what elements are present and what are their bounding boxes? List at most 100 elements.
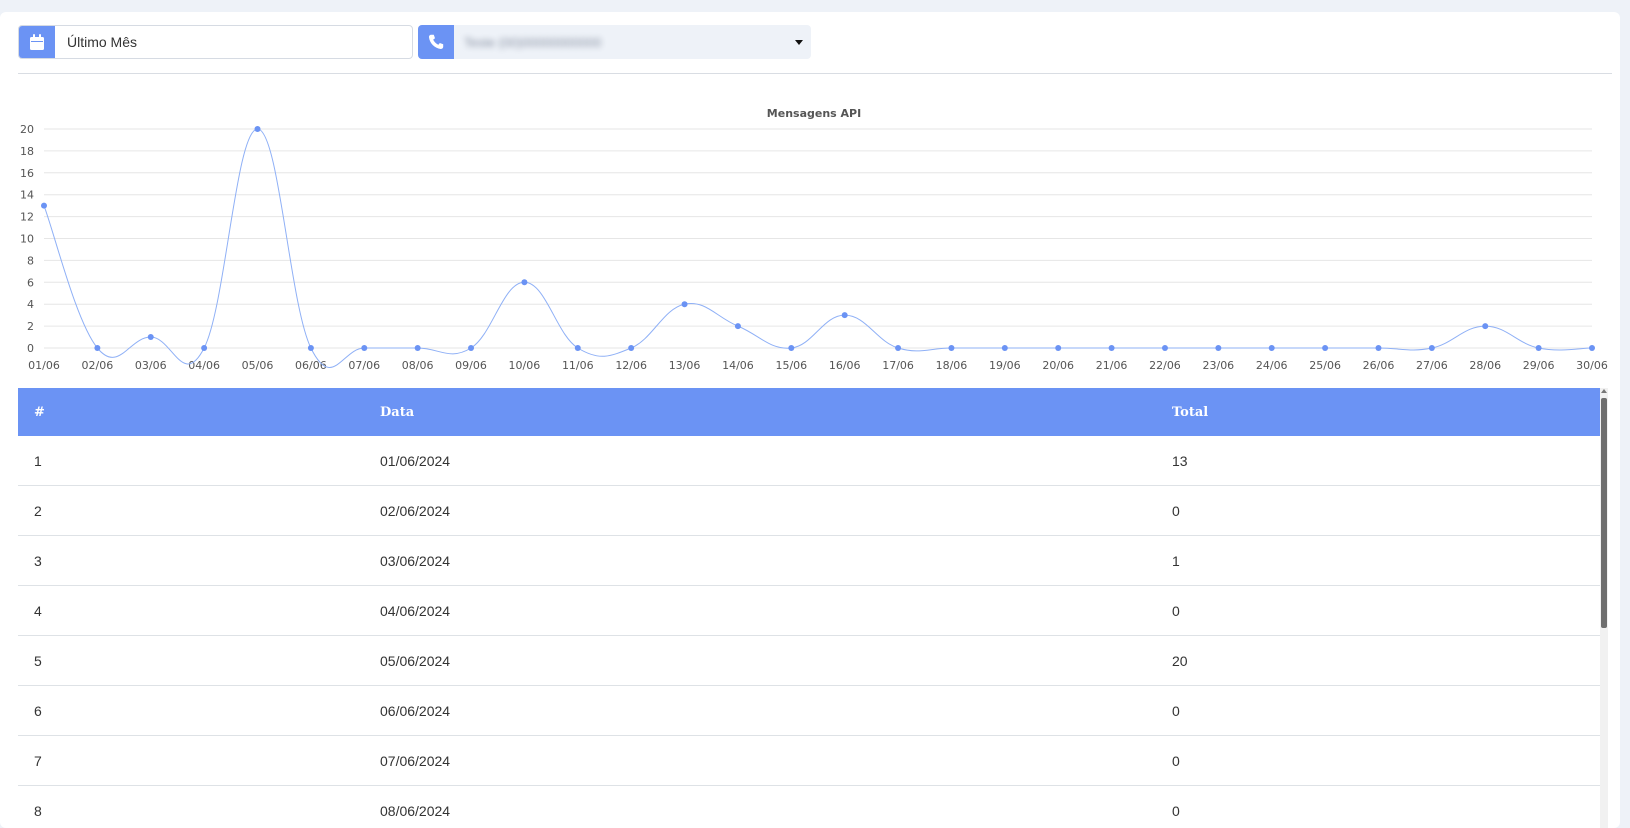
cell-total: 1 [1156, 535, 1600, 586]
cell-total: 13 [1156, 436, 1600, 486]
phone-icon [428, 34, 444, 50]
x-tick-label: 13/06 [669, 359, 701, 372]
x-tick-label: 06/06 [295, 359, 327, 372]
cell-total: 20 [1156, 635, 1600, 686]
data-point [948, 345, 955, 351]
data-table-container: # Data Total 1 01/06/2024 13 2 02/06/2024 0 3 0… [18, 388, 1600, 828]
data-point [361, 345, 368, 351]
cell-index: 5 [18, 635, 364, 686]
y-tick-label: 4 [27, 298, 34, 311]
table-row[interactable]: 6 06/06/2024 0 [18, 685, 1600, 736]
period-label: Último Mês [67, 34, 138, 50]
table-row[interactable]: 7 07/06/2024 0 [18, 735, 1600, 786]
chevron-down-icon [795, 39, 803, 45]
data-point [1161, 345, 1168, 351]
data-point [94, 345, 101, 351]
data-point [841, 312, 848, 319]
y-tick-label: 14 [20, 189, 34, 202]
data-point [521, 279, 528, 286]
table-header-row: # Data Total [18, 388, 1600, 436]
x-tick-label: 04/06 [188, 359, 220, 372]
data-point [1375, 345, 1382, 351]
x-tick-label: 17/06 [882, 359, 914, 372]
data-point [147, 334, 154, 341]
x-tick-label: 11/06 [562, 359, 594, 372]
data-point [788, 345, 795, 351]
cell-date: 07/06/2024 [364, 735, 1156, 786]
cell-total: 0 [1156, 785, 1600, 828]
cell-index: 4 [18, 585, 364, 636]
scroll-up-arrow-icon[interactable] [1601, 389, 1607, 393]
x-tick-label: 18/06 [936, 359, 968, 372]
scroll-thumb[interactable] [1601, 398, 1607, 628]
filters-bar: Último Mês Teste (00)00000000000 [18, 25, 1612, 59]
x-tick-label: 20/06 [1042, 359, 1074, 372]
data-point [895, 345, 902, 351]
x-tick-label: 14/06 [722, 359, 754, 372]
data-point [1428, 345, 1435, 351]
table-row[interactable]: 8 08/06/2024 0 [18, 785, 1600, 828]
x-tick-label: 01/06 [28, 359, 60, 372]
y-tick-label: 6 [27, 276, 34, 289]
table-row[interactable]: 4 04/06/2024 0 [18, 585, 1600, 636]
table-row[interactable]: 2 02/06/2024 0 [18, 485, 1600, 536]
x-tick-label: 10/06 [509, 359, 541, 372]
phone-select[interactable]: Teste (00)00000000000 [418, 25, 811, 59]
y-tick-label: 10 [20, 233, 34, 246]
calendar-icon [30, 34, 44, 50]
x-tick-label: 30/06 [1576, 359, 1608, 372]
chart-title: Mensagens API [767, 107, 861, 120]
data-point [1535, 345, 1542, 351]
data-point [1482, 323, 1489, 330]
report-card: Último Mês Teste (00)00000000000 Mensage… [0, 12, 1620, 828]
cell-date: 04/06/2024 [364, 585, 1156, 636]
series-line [43, 128, 1593, 368]
header-date[interactable]: Data [364, 388, 1156, 436]
x-tick-label: 28/06 [1469, 359, 1501, 372]
cell-index: 3 [18, 535, 364, 586]
data-point [1215, 345, 1222, 351]
table-row[interactable]: 3 03/06/2024 1 [18, 535, 1600, 586]
data-point [1322, 345, 1329, 351]
x-tick-label: 07/06 [348, 359, 380, 372]
x-tick-label: 21/06 [1096, 359, 1128, 372]
y-tick-label: 12 [20, 211, 34, 224]
cell-date: 02/06/2024 [364, 485, 1156, 536]
y-tick-label: 16 [20, 167, 34, 180]
cell-index: 6 [18, 685, 364, 736]
x-tick-label: 24/06 [1256, 359, 1288, 372]
data-point [1589, 345, 1595, 351]
cell-date: 01/06/2024 [364, 436, 1156, 486]
x-tick-label: 19/06 [989, 359, 1021, 372]
x-tick-label: 23/06 [1202, 359, 1234, 372]
x-tick-label: 02/06 [82, 359, 114, 372]
data-point [1268, 345, 1275, 351]
y-tick-label: 0 [27, 342, 34, 355]
x-tick-label: 22/06 [1149, 359, 1181, 372]
data-point [681, 301, 688, 308]
x-tick-label: 05/06 [242, 359, 274, 372]
x-tick-label: 26/06 [1363, 359, 1395, 372]
cell-total: 0 [1156, 685, 1600, 736]
data-point [468, 345, 475, 351]
cell-date: 05/06/2024 [364, 635, 1156, 686]
chart-svg: Mensagens API 0 2 4 6 8 10 12 14 16 18 20 01/06 02/06… [20, 107, 1608, 372]
period-filter[interactable]: Último Mês [18, 25, 413, 59]
cell-total: 0 [1156, 735, 1600, 786]
header-index[interactable]: # [18, 388, 364, 436]
data-point [1001, 345, 1008, 351]
calendar-icon-box [19, 26, 55, 58]
data-point [414, 345, 421, 351]
table-row[interactable]: 5 05/06/2024 20 [18, 635, 1600, 686]
header-total[interactable]: Total [1156, 388, 1600, 436]
table-row[interactable]: 1 01/06/2024 13 [18, 436, 1600, 486]
phone-select-value: Teste (00)00000000000 [464, 34, 602, 50]
x-tick-label: 27/06 [1416, 359, 1448, 372]
phone-icon-box [418, 25, 454, 59]
table-scrollbar[interactable] [1600, 388, 1608, 828]
divider [18, 73, 1612, 74]
cell-index: 2 [18, 485, 364, 536]
x-tick-label: 29/06 [1523, 359, 1555, 372]
cell-index: 1 [18, 436, 364, 486]
data-point [1108, 345, 1115, 351]
